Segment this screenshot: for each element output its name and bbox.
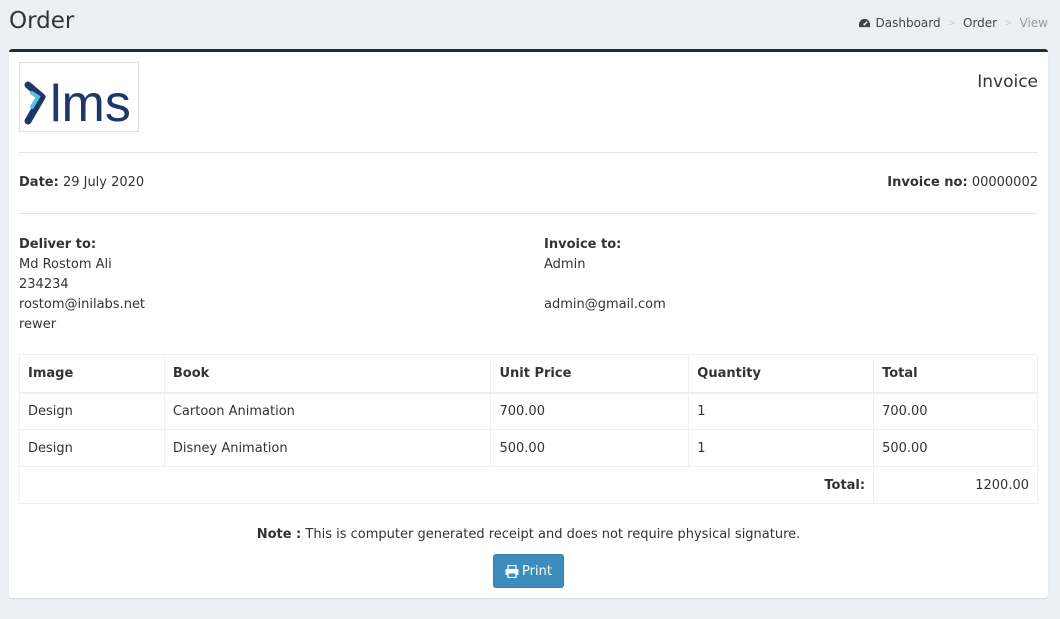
table-header-row: Image Book Unit Price Quantity Total [19,354,1038,394]
invoice-date: Date: 29 July 2020 [19,175,144,190]
table-cell: Cartoon Animation [163,392,492,430]
print-button[interactable]: Print [493,554,564,588]
date-value: 29 July 2020 [62,175,145,190]
invoice-number: Invoice no: 00000002 [887,175,1038,190]
table-cell: 700.00 [490,392,690,430]
invoice-number-label: Invoice no: [887,175,968,190]
total-value: 1200.00 [873,466,1038,504]
receipt-note: Note : This is computer generated receip… [9,527,1048,542]
column-header: Unit Price [490,354,690,394]
deliver-to-line: Md Rostom Ali [19,257,112,272]
table-cell: 1 [688,392,875,430]
breadcrumb-current: View [1019,16,1048,30]
column-header: Total [873,354,1038,394]
invoice-to-line [544,275,666,295]
divider [19,152,1038,153]
column-header: Book [163,354,492,394]
svg-text:lms: lms [50,75,131,131]
table-cell: 500.00 [490,429,690,467]
date-label: Date: [19,175,59,190]
page-title: Order [9,8,75,34]
invoice-box: lms Invoice Date: 29 July 2020 Invoice n… [9,49,1048,598]
table-row: Design Cartoon Animation 700.00 1 700.00 [19,392,1038,430]
invoice-to-label: Invoice to: [544,237,622,252]
breadcrumb-separator: > [947,17,957,29]
breadcrumb-dashboard-link[interactable]: Dashboard [876,16,941,30]
column-header: Image [19,354,165,394]
breadcrumb-order-link[interactable]: Order [963,16,997,30]
table-cell: Disney Animation [163,429,492,467]
order-items-table: Image Book Unit Price Quantity Total Des… [18,354,1038,504]
lms-logo: lms [19,62,139,133]
deliver-to-section: Deliver to: Md Rostom Ali 234234 rostom@… [19,235,145,335]
print-button-label: Print [522,563,552,579]
print-icon [505,564,519,578]
note-label: Note : [256,527,302,542]
note-text: This is computer generated receipt and d… [305,527,801,542]
breadcrumb: Dashboard > Order > View [858,16,1048,30]
table-cell: 700.00 [873,392,1038,430]
breadcrumb-separator: > [1004,17,1013,29]
deliver-to-line: rostom@inilabs.net [19,297,146,312]
table-cell: 1 [688,429,875,467]
invoice-to-line: admin@gmail.com [544,297,666,312]
invoice-title: Invoice [977,72,1038,92]
invoice-to-line: Admin [544,257,586,272]
deliver-to-label: Deliver to: [19,237,97,252]
table-row: Design Disney Animation 500.00 1 500.00 [19,429,1038,467]
deliver-to-line: 234234 [19,277,69,292]
total-label: Total: [18,466,875,504]
column-header: Quantity [688,354,875,394]
invoice-number-value: 00000002 [971,175,1038,190]
table-cell: Design [19,392,165,430]
deliver-to-line: rewer [19,317,57,332]
dashboard-icon [858,18,870,27]
invoice-to-section: Invoice to: Admin admin@gmail.com [544,235,666,315]
divider [19,213,1038,214]
table-cell: Design [19,429,165,467]
table-total-row: Total: 1200.00 [18,466,1038,504]
table-cell: 500.00 [873,429,1038,467]
